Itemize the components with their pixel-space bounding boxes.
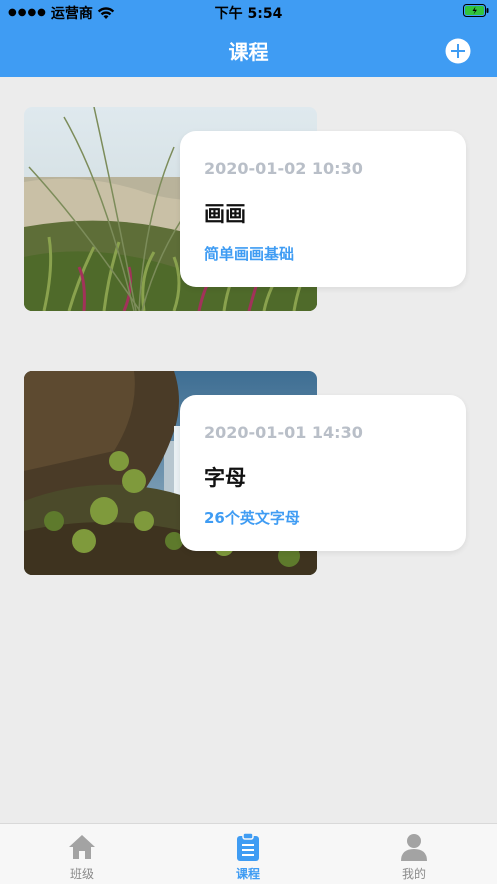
course-datetime: 2020-01-01 14:30 — [204, 423, 363, 442]
course-info-panel: 2020-01-02 10:30 画画 简单画画基础 — [180, 131, 466, 287]
tab-label: 班级 — [69, 867, 94, 881]
course-description: 26个英文字母 — [204, 509, 300, 527]
user-icon — [401, 834, 427, 861]
course-datetime: 2020-01-02 10:30 — [204, 159, 363, 178]
course-title: 画画 — [204, 202, 246, 226]
tab-bar: 班级 课程 我的 — [0, 823, 497, 884]
tab-label: 课程 — [235, 867, 260, 881]
status-bar: ●●●● 运营商 下午 5:54 — [0, 0, 497, 24]
top-bar: ●●●● 运营商 下午 5:54 课程 — [0, 0, 497, 77]
battery-icon — [463, 4, 489, 17]
home-icon — [69, 835, 95, 859]
course-info-panel: 2020-01-01 14:30 字母 26个英文字母 — [180, 395, 466, 551]
course-card[interactable]: 2020-01-01 14:30 字母 26个英文字母 — [24, 371, 466, 575]
status-time: 下午 5:54 — [214, 6, 283, 22]
tab-class[interactable]: 班级 — [22, 832, 142, 882]
course-description: 简单画画基础 — [204, 245, 295, 263]
tab-courses[interactable]: 课程 — [188, 832, 308, 882]
course-title: 字母 — [204, 466, 246, 490]
clipboard-icon — [237, 832, 259, 861]
plus-circle-icon[interactable] — [445, 38, 471, 64]
page-title: 课程 — [228, 40, 269, 64]
course-card[interactable]: 2020-01-02 10:30 画画 简单画画基础 — [24, 107, 466, 311]
tab-mine[interactable]: 我的 — [354, 832, 474, 882]
tab-label: 我的 — [401, 867, 426, 881]
